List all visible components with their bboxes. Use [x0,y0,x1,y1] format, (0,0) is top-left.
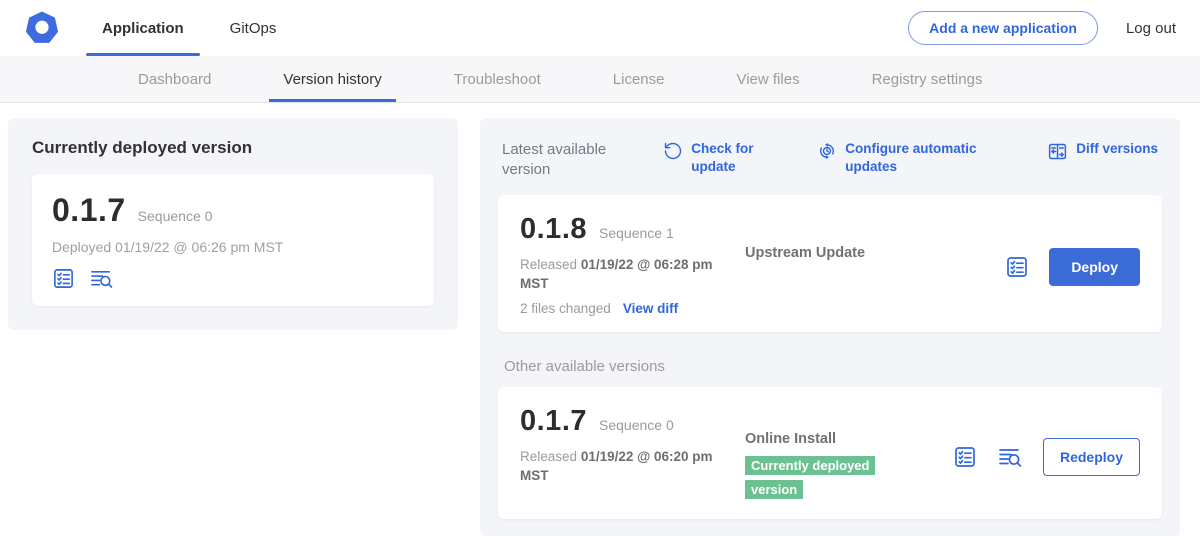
preflight-checks-icon[interactable] [52,267,75,290]
tab-dashboard[interactable]: Dashboard [138,56,211,102]
refresh-icon [663,141,683,161]
latest-sequence: Sequence 1 [599,225,674,241]
currently-deployed-badge: Currently deployed version [745,456,875,500]
logout-button[interactable]: Log out [1126,20,1176,37]
configure-automatic-updates-button[interactable]: Configure automatic updates [817,140,987,175]
tab-view-files[interactable]: View files [736,56,799,102]
tab-gitops[interactable]: GitOps [230,0,277,56]
other-version-number: 0.1.7 [520,405,587,438]
tab-version-history[interactable]: Version history [283,56,381,102]
tab-registry-settings[interactable]: Registry settings [872,56,983,102]
deploy-logs-icon[interactable] [89,267,114,290]
add-new-application-button[interactable]: Add a new application [908,11,1098,45]
diff-icon [1047,141,1068,162]
deployed-sequence: Sequence 0 [138,208,213,224]
latest-version-card: 0.1.8 Sequence 1 Released 01/19/22 @ 06:… [498,195,1162,332]
files-changed-label: 2 files changed [520,301,611,316]
deployed-version-number: 0.1.7 [52,192,126,229]
latest-released-timestamp: Released 01/19/22 @ 06:28 pm MST [520,255,725,294]
preflight-checks-icon[interactable] [1005,255,1029,279]
deployed-panel-title: Currently deployed version [32,138,434,158]
app-subnav: Dashboard Version history Troubleshoot L… [0,56,1200,103]
available-versions-panel: Latest available version Check for updat… [480,118,1180,536]
check-for-update-button[interactable]: Check for update [663,140,757,175]
top-navigation: Application GitOps Add a new application… [0,0,1200,56]
currently-deployed-panel: Currently deployed version 0.1.7 Sequenc… [8,118,458,330]
deploy-logs-icon[interactable] [997,445,1023,469]
auto-update-clock-icon [817,141,837,161]
view-diff-link[interactable]: View diff [623,301,678,316]
deployed-version-card: 0.1.7 Sequence 0 Deployed 01/19/22 @ 06:… [32,174,434,306]
other-released-timestamp: Released 01/19/22 @ 06:20 pm MST [520,447,725,486]
other-version-card: 0.1.7 Sequence 0 Released 01/19/22 @ 06:… [498,387,1162,520]
preflight-checks-icon[interactable] [953,445,977,469]
app-logo[interactable] [24,0,60,56]
tab-troubleshoot[interactable]: Troubleshoot [454,56,541,102]
other-version-source: Online Install [745,431,953,447]
other-versions-title: Other available versions [504,358,1162,375]
heptagon-logo-icon [24,10,60,46]
other-sequence: Sequence 0 [599,417,674,433]
diff-versions-button[interactable]: Diff versions [1047,140,1158,162]
available-panel-title: Latest available version [502,140,627,181]
deploy-button[interactable]: Deploy [1049,248,1140,286]
deployed-timestamp: Deployed 01/19/22 @ 06:26 pm MST [52,239,414,255]
version-history-page: Currently deployed version 0.1.7 Sequenc… [0,103,1200,536]
latest-version-number: 0.1.8 [520,213,587,246]
tab-license[interactable]: License [613,56,665,102]
latest-version-source: Upstream Update [745,245,1005,261]
tab-application[interactable]: Application [102,0,184,56]
top-tabs: Application GitOps [102,0,276,56]
redeploy-button[interactable]: Redeploy [1043,438,1140,476]
